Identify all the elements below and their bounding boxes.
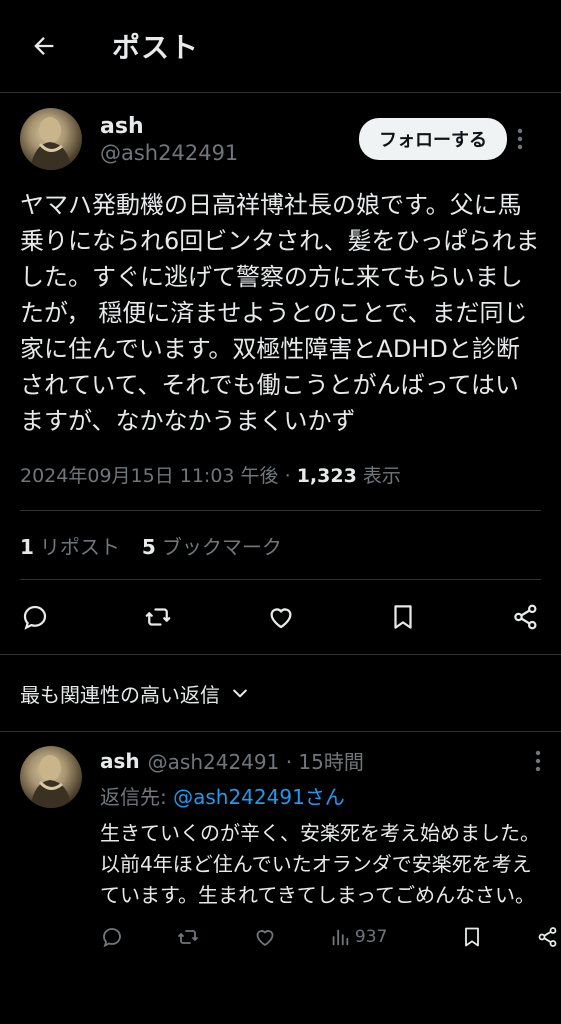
avatar-image — [30, 755, 72, 808]
avatar-image — [30, 117, 72, 170]
reply-icon — [23, 605, 47, 630]
meta-separator: · — [284, 465, 297, 487]
reply-header: ash @ash242491 · 15時間 — [100, 746, 541, 775]
repost-icon — [178, 930, 199, 944]
post-actions — [0, 580, 561, 654]
reply-avatar[interactable] — [20, 746, 82, 808]
reply-views-count: 937 — [354, 927, 388, 947]
more-vertical-icon — [535, 750, 541, 771]
reply-icon — [103, 928, 121, 948]
author-handle[interactable]: @ash242491 — [100, 141, 359, 165]
reply-text: 生きていくのが辛く、安楽死を考え始めました。以前4年ほど住んでいたオランダで安楽… — [100, 821, 540, 907]
reply-repost-button[interactable] — [176, 925, 200, 949]
bookmarks-label: ブックマーク — [161, 534, 282, 559]
avatar[interactable] — [20, 108, 82, 170]
reposts-count: 1 — [20, 534, 34, 559]
views-icon — [332, 929, 349, 946]
more-vertical-icon — [517, 128, 523, 150]
reposts-label: リポスト — [39, 534, 120, 559]
replies-sort-label: 最も関連性の高い返信 — [20, 682, 220, 707]
reply-more-button[interactable] — [535, 750, 541, 772]
reposts-stat[interactable]: 1 リポスト — [20, 531, 120, 560]
reply-actions: 937 — [100, 925, 557, 949]
bookmark-icon — [394, 605, 412, 629]
share-button[interactable] — [509, 600, 543, 634]
bookmarks-count: 5 — [141, 534, 156, 559]
main-post: ash @ash242491 フォローする ヤマハ発動機の日高祥博社長の娘です。… — [0, 107, 561, 580]
views-count: 1,323 — [296, 465, 357, 487]
replying-prefix: 返信先: — [100, 785, 167, 809]
replying-to-mention[interactable]: @ash242491さん — [173, 785, 345, 809]
heart-icon — [270, 608, 291, 629]
bookmark-icon — [464, 927, 479, 947]
replies-sort-toggle[interactable]: 最も関連性の高い返信 — [0, 655, 561, 732]
post-text: ヤマハ発動機の日高祥博社長の娘です。父に馬乗りになられ6回ビンタされ、髪をひっぱ… — [20, 191, 540, 435]
views-label: 表示 — [362, 465, 401, 487]
heart-icon — [256, 930, 273, 946]
bookmark-button[interactable] — [386, 600, 420, 634]
replying-to: 返信先: @ash242491さん — [100, 781, 541, 810]
reply-reply-button[interactable] — [100, 925, 124, 949]
reply-button[interactable] — [18, 600, 52, 634]
reply-share-button[interactable] — [536, 925, 560, 949]
share-icon — [514, 604, 537, 630]
share-icon — [538, 927, 557, 947]
like-button[interactable] — [264, 600, 298, 634]
more-options-button[interactable] — [517, 128, 541, 150]
reply-views-button[interactable]: 937 — [329, 926, 387, 948]
page-title: ポスト — [112, 31, 200, 64]
arrow-left-icon — [34, 37, 54, 55]
bookmarks-stat[interactable]: 5 ブックマーク — [142, 531, 282, 560]
reply-bookmark-button[interactable] — [460, 925, 484, 949]
reply-author-name[interactable]: ash — [100, 749, 140, 773]
reply-handle-time[interactable]: @ash242491 · 15時間 — [148, 746, 535, 775]
post-stats: 1 リポスト 5 ブックマーク — [20, 511, 541, 580]
repost-button[interactable] — [141, 600, 175, 634]
repost-icon — [145, 608, 171, 626]
post-author-row: ash @ash242491 フォローする — [20, 107, 541, 171]
chevron-down-icon — [230, 683, 250, 703]
reply-like-button[interactable] — [253, 925, 277, 949]
top-bar: ポスト — [0, 0, 561, 93]
back-button[interactable] — [20, 22, 68, 70]
post-meta: 2024年09月15日 11:03 午後 · 1,323 表示 — [20, 461, 541, 511]
author-name[interactable]: ash — [100, 114, 359, 139]
post-timestamp[interactable]: 2024年09月15日 11:03 午後 — [20, 465, 279, 487]
follow-button[interactable]: フォローする — [359, 118, 507, 160]
reply-post[interactable]: ash @ash242491 · 15時間 返信先: @ash242491さん … — [0, 732, 561, 949]
